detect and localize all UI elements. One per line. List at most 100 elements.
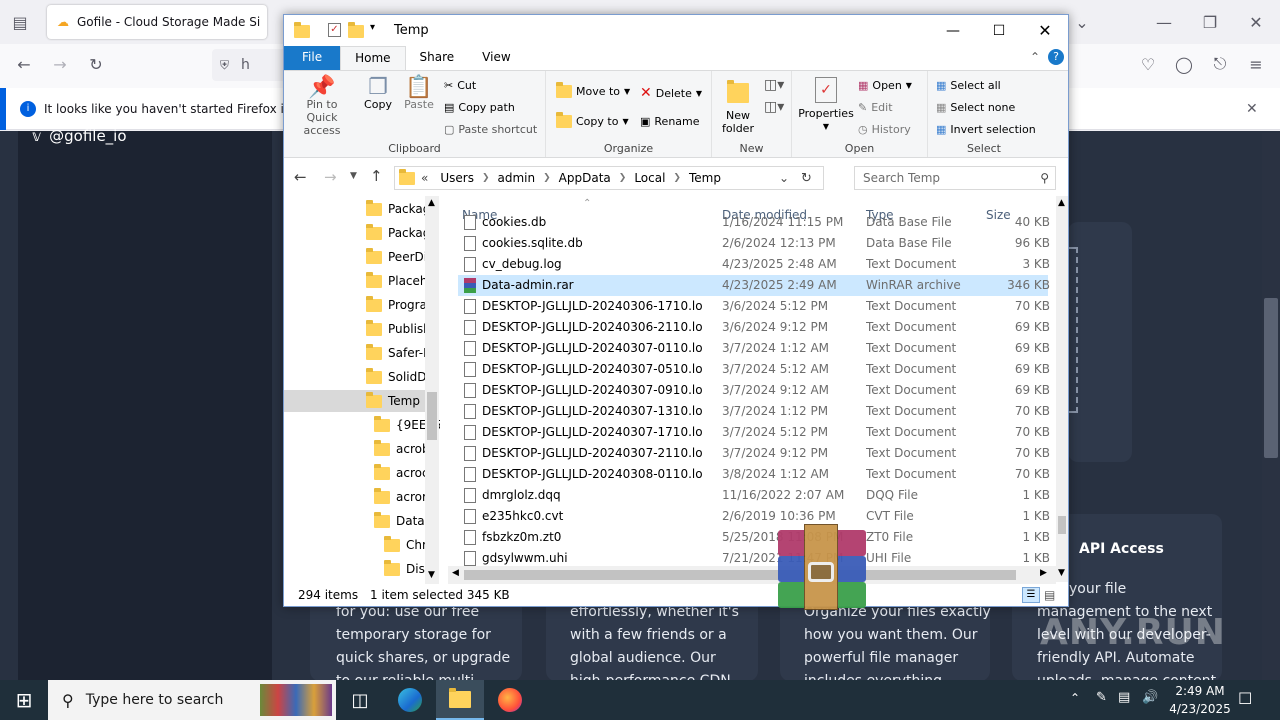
breadcrumb-admin[interactable]: admin bbox=[498, 171, 536, 185]
chevron-down-icon[interactable]: ⌄ bbox=[1068, 8, 1096, 36]
breadcrumb-overflow[interactable]: « bbox=[421, 171, 428, 185]
address-bar[interactable]: « Users ❯ admin ❯ AppData ❯ Local ❯ Temp ⌄ ↻ bbox=[394, 166, 824, 190]
start-button[interactable]: ⊞ bbox=[0, 680, 48, 720]
select-all-button[interactable]: ▦ Select all bbox=[936, 79, 1001, 92]
copy-to-button[interactable]: Copy to ▼ bbox=[556, 112, 629, 128]
invert-selection-button[interactable]: ▦ Invert selection bbox=[936, 123, 1036, 136]
file-row[interactable]: DESKTOP-JGLLJLD-20240307-0910.log 3/7/202… bbox=[458, 380, 1050, 401]
page-scrollbar[interactable] bbox=[1262, 133, 1280, 681]
address-dropdown-icon[interactable]: ⌄ bbox=[779, 171, 789, 185]
nav-item[interactable]: Publish bbox=[366, 318, 431, 340]
help-icon[interactable]: ? bbox=[1048, 49, 1064, 65]
nav-item[interactable]: Packag bbox=[366, 198, 430, 220]
move-to-button[interactable]: Move to ▼ bbox=[556, 82, 630, 98]
taskbar-search[interactable]: ⚲ Type here to search bbox=[48, 680, 336, 720]
file-row[interactable]: cookies.db 1/16/2024 11:15 PM Data Base Fi… bbox=[458, 212, 1050, 233]
scroll-down-icon[interactable]: ▼ bbox=[1058, 568, 1065, 578]
breadcrumb-appdata[interactable]: AppData bbox=[559, 171, 611, 185]
pocket-icon[interactable]: ♡ bbox=[1134, 50, 1162, 78]
maximize-button[interactable]: ☐ bbox=[976, 15, 1022, 46]
cut-button[interactable]: ✂ Cut bbox=[444, 79, 476, 92]
scroll-left-icon[interactable]: ◀ bbox=[452, 568, 459, 578]
paste-button[interactable]: 📋 Paste bbox=[400, 77, 438, 112]
properties-button[interactable]: ✓ Properties ▼ bbox=[798, 77, 854, 133]
nav-item[interactable]: acrob bbox=[374, 438, 430, 460]
tab-view[interactable]: View bbox=[468, 46, 524, 70]
refresh-icon[interactable]: ↻ bbox=[801, 171, 812, 186]
forward-arrow-icon[interactable]: → bbox=[324, 168, 337, 186]
close-notification-icon[interactable]: ✕ bbox=[1246, 101, 1258, 117]
search-box[interactable]: Search Temp ⚲ bbox=[854, 166, 1056, 190]
nav-item[interactable]: Data- bbox=[374, 510, 429, 532]
back-icon[interactable]: ← bbox=[10, 50, 38, 78]
copy-button[interactable]: ❐ Copy bbox=[360, 77, 396, 112]
close-button[interactable]: ✕ bbox=[1022, 15, 1068, 46]
firefox-taskbar-icon[interactable] bbox=[486, 680, 534, 720]
minimize-browser-button[interactable]: — bbox=[1150, 8, 1178, 36]
forward-icon[interactable]: → bbox=[46, 50, 74, 78]
history-button[interactable]: ◷ History bbox=[858, 123, 911, 136]
file-row[interactable]: DESKTOP-JGLLJLD-20240307-0510.log 3/7/202… bbox=[458, 359, 1050, 380]
tab-list-icon[interactable]: ▤ bbox=[6, 8, 34, 36]
nav-scrollbar-thumb[interactable] bbox=[427, 392, 437, 440]
scroll-down-icon[interactable]: ▼ bbox=[428, 570, 435, 580]
file-row[interactable]: dmrglolz.dqq 11/16/2022 2:07 AM DQQ File 1 … bbox=[458, 485, 1050, 506]
collapse-ribbon-icon[interactable]: ⌃ bbox=[1030, 50, 1040, 64]
nav-item[interactable]: acroc bbox=[374, 462, 429, 484]
nav-item[interactable]: Safer-N bbox=[366, 342, 432, 364]
minimize-button[interactable]: — bbox=[930, 15, 976, 46]
file-row[interactable]: DESKTOP-JGLLJLD-20240306-1710.log 3/6/202… bbox=[458, 296, 1050, 317]
tab-share[interactable]: Share bbox=[406, 46, 469, 70]
rename-button[interactable]: ▣ Rename bbox=[640, 115, 700, 128]
select-none-button[interactable]: ▦ Select none bbox=[936, 101, 1015, 114]
scroll-up-icon[interactable]: ▲ bbox=[428, 198, 435, 208]
file-row[interactable]: fsbzkz0m.zt05/25/2018 11:08 PMZT0 File1 … bbox=[458, 527, 1050, 548]
file-row[interactable]: DESKTOP-JGLLJLD-20240308-0110.log 3/8/202… bbox=[458, 464, 1050, 485]
file-scrollbar-thumb[interactable] bbox=[1058, 516, 1066, 534]
new-folder-button[interactable]: New folder bbox=[716, 79, 760, 135]
network-icon[interactable]: ▤ bbox=[1118, 690, 1130, 705]
details-view-icon[interactable]: ☰ bbox=[1022, 587, 1040, 603]
volume-icon[interactable]: 🔊 bbox=[1142, 690, 1158, 705]
large-icons-view-icon[interactable]: ▤ bbox=[1044, 588, 1055, 602]
recent-locations-icon[interactable]: ▼ bbox=[350, 171, 357, 181]
browser-tab[interactable]: ☁ Gofile - Cloud Storage Made Si ✕ bbox=[47, 5, 267, 39]
easy-access-icon[interactable]: ◫▾ bbox=[764, 99, 784, 115]
tab-file[interactable]: File bbox=[284, 46, 341, 70]
reload-icon[interactable]: ↻ bbox=[82, 50, 110, 78]
file-row[interactable]: cv_debug.log 4/23/2025 2:48 AM Text Docume… bbox=[458, 254, 1050, 275]
file-row[interactable]: DESKTOP-JGLLJLD-20240307-0110.log 3/7/202… bbox=[458, 338, 1050, 359]
new-item-icon[interactable]: ◫▾ bbox=[764, 77, 784, 93]
nav-item[interactable]: PeerDis bbox=[366, 246, 433, 268]
paste-shortcut-button[interactable]: ▢ Paste shortcut bbox=[444, 123, 537, 136]
properties-quick-icon[interactable]: ✓ bbox=[328, 23, 341, 37]
menu-icon[interactable]: ≡ bbox=[1242, 50, 1270, 78]
horizontal-scrollbar[interactable]: ◀ ▶ bbox=[448, 566, 1056, 584]
nav-item-temp-selected[interactable]: Temp bbox=[284, 390, 425, 412]
file-row[interactable]: DESKTOP-JGLLJLD-20240307-1710.log 3/7/202… bbox=[458, 422, 1050, 443]
file-explorer-taskbar-icon[interactable] bbox=[436, 680, 484, 720]
copy-path-button[interactable]: ▤ Copy path bbox=[444, 101, 515, 114]
page-scrollbar-thumb[interactable] bbox=[1264, 298, 1278, 458]
delete-button[interactable]: ✕ Delete ▼ bbox=[640, 85, 702, 101]
extensions-icon[interactable]: ⎋ bbox=[1206, 50, 1234, 78]
account-icon[interactable]: ◯ bbox=[1170, 50, 1198, 78]
file-row[interactable]: cookies.sqlite.db 2/6/2024 12:13 PM Data B… bbox=[458, 233, 1050, 254]
notifications-icon[interactable]: ☐ bbox=[1238, 689, 1252, 708]
tab-home[interactable]: Home bbox=[340, 46, 406, 70]
nav-scrollbar[interactable]: ▲ ▼ bbox=[425, 196, 439, 584]
file-row[interactable]: DESKTOP-JGLLJLD-20240307-1310.log 3/7/202… bbox=[458, 401, 1050, 422]
file-row[interactable]: DESKTOP-JGLLJLD-20240306-2110.log 3/6/202… bbox=[458, 317, 1050, 338]
customize-toolbar-icon[interactable]: ▾ bbox=[370, 22, 375, 33]
task-view-icon[interactable]: ◫ bbox=[336, 680, 384, 720]
file-row-selected[interactable]: Data-admin.rar 4/23/2025 2:49 AM WinRAR ar… bbox=[458, 275, 1050, 296]
close-browser-button[interactable]: ✕ bbox=[1242, 8, 1270, 36]
nav-item[interactable]: SolidDo bbox=[366, 366, 434, 388]
new-folder-quick-icon[interactable] bbox=[348, 22, 364, 38]
edge-icon[interactable] bbox=[386, 680, 434, 720]
shield-icon[interactable]: ⛨ bbox=[220, 58, 229, 73]
breadcrumb-temp[interactable]: Temp bbox=[689, 171, 721, 185]
restore-browser-button[interactable]: ❐ bbox=[1196, 8, 1224, 36]
breadcrumb-users[interactable]: Users bbox=[440, 171, 474, 185]
pen-icon[interactable]: ✎ bbox=[1096, 690, 1107, 705]
